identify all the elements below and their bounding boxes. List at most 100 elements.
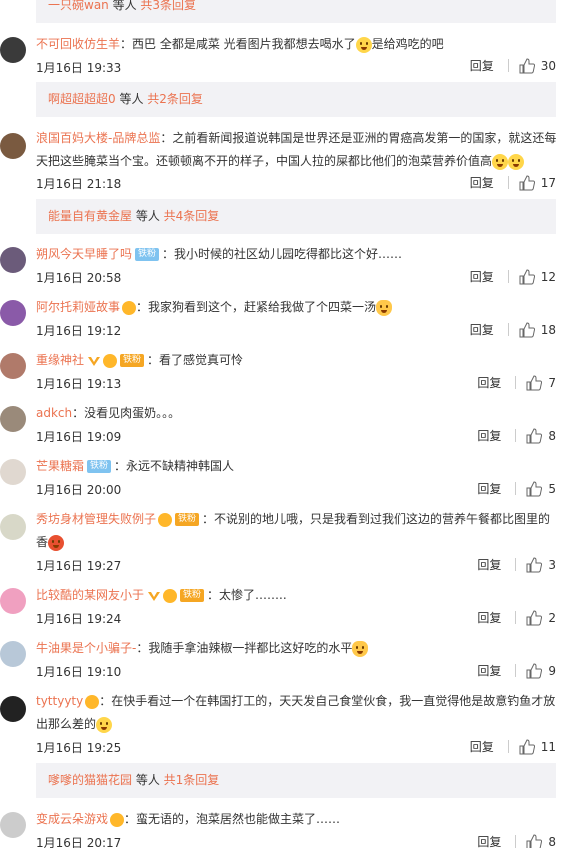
comment-author[interactable]: 阿尔托莉娅故事 [36,300,120,314]
avatar[interactable] [0,459,26,485]
reply-button[interactable]: 回复 [477,480,501,497]
vip-icon [147,589,161,603]
comment-actions: 回复 5 [477,480,556,497]
like-count: 8 [548,428,556,443]
reply-count-link[interactable]: 共1条回复 [164,773,220,787]
fan-crown-icon [110,812,125,827]
comment-body: ：我小时候的社区幼儿园吃得都比这个好…… [162,247,403,261]
thumbs-up-icon[interactable] [526,609,543,626]
comment-text: tyttyyty ：在快手看过一个在韩国打工的，天天发自己食堂伙食，我一直觉得他是… [36,690,561,736]
avatar[interactable] [0,514,26,540]
comment-author[interactable]: 变成云朵游戏 [36,812,108,826]
like-count: 18 [540,322,556,337]
reply-summary-text: 等人 [132,209,164,223]
thumbs-up-icon[interactable] [526,374,543,391]
reply-summary-bar[interactable]: 啊超超超超0 等人 共2条回复 [36,82,556,117]
comment-actions: 回复 9 [477,662,556,679]
comment-author[interactable]: 牛油果是个小骗子- [36,641,136,655]
avatar[interactable] [0,641,26,667]
avatar[interactable] [0,247,26,273]
thumbs-up-icon[interactable] [519,738,535,755]
reply-summary-bar[interactable]: 能量自有黄金屋 等人 共4条回复 [36,199,556,234]
comment-actions: 回复 30 [470,57,556,74]
reply-button[interactable]: 回复 [470,57,494,74]
comment-time: 1月16日 19:09 [36,430,122,444]
comment-actions: 回复 12 [470,268,556,285]
reply-user-link[interactable]: 能量自有黄金屋 [48,209,132,223]
vip-icon [87,354,101,368]
reply-user-link[interactable]: 啊超超超超0 [48,92,116,106]
reply-button[interactable]: 回复 [477,609,501,626]
comment-author[interactable]: 秀坊身材管理失败例子 [36,512,156,526]
divider [507,740,509,753]
reply-button[interactable]: 回复 [470,268,494,285]
thumbs-up-icon[interactable] [526,833,543,848]
fan-crown-icon [103,353,118,368]
comment-text: 不可回收仿生羊：西巴 全都是咸菜 光看图片我都想去喝水了 是给鸡吃的吧 [36,33,561,56]
reply-count-link[interactable]: 共3条回复 [140,0,196,12]
thumbs-up-icon[interactable] [519,174,535,191]
comment-body: ：太惨了…….. [207,588,287,602]
reply-user-link[interactable]: 嗲嗲的猫猫花园 [48,773,132,787]
reply-summary-text: 等人 [132,773,164,787]
divider [515,482,517,495]
comment-author[interactable]: 不可回收仿生羊 [36,37,120,51]
comment-time: 1月16日 20:00 [36,483,122,497]
reply-user-link[interactable]: 一只碗wan [48,0,109,12]
reply-button[interactable]: 回复 [470,738,494,755]
thumbs-up-icon[interactable] [526,427,543,444]
like-count: 5 [548,481,556,496]
reply-button[interactable]: 回复 [477,833,501,848]
comment-text: 浪国百妈大楼-品牌总监：之前看新闻报道说韩国是世界还是亚洲的胃癌高发第一的国家，… [36,127,561,173]
comment-time: 1月16日 19:10 [36,665,122,679]
thumbs-up-icon[interactable] [519,321,535,338]
reply-button[interactable]: 回复 [477,374,501,391]
reply-summary-bar[interactable]: 嗲嗲的猫猫花园 等人 共1条回复 [36,763,556,798]
avatar[interactable] [0,133,26,159]
avatar[interactable] [0,37,26,63]
reply-count-link[interactable]: 共2条回复 [147,92,203,106]
thumbs-up-icon[interactable] [526,662,543,679]
comment-author[interactable]: 重缘神社 [36,353,84,367]
doge-emoji-icon [376,299,393,316]
avatar[interactable] [0,812,26,838]
fan-badge: 铁粉 [120,354,145,367]
comment-author[interactable]: tyttyyty [36,694,83,708]
thumbs-up-icon[interactable] [519,268,535,285]
comment-body: ：蛮无语的，泡菜居然也能做主菜了…… [124,812,341,826]
thumbs-up-icon[interactable] [526,480,543,497]
like-count: 12 [540,269,556,284]
reply-button[interactable]: 回复 [470,321,494,338]
comment-actions: 回复 7 [477,374,556,391]
comment-body: ：西巴 全都是咸菜 光看图片我都想去喝水了 [120,37,356,51]
food-emoji-icon [48,534,65,551]
reply-button[interactable]: 回复 [477,427,501,444]
reply-button[interactable]: 回复 [477,662,501,679]
emoji-icon [508,153,525,170]
comment-author[interactable]: 芒果糖霜 [36,459,84,473]
like-count: 7 [548,375,556,390]
comment-author[interactable]: 浪国百妈大楼-品牌总监 [36,131,160,145]
reply-summary-bar[interactable]: 一只碗wan 等人 共3条回复 [36,0,556,23]
comment-text: 秀坊身材管理失败例子 铁粉 ：不说别的地儿哦，只是我看到过我们这边的营养午餐都比图里… [36,508,561,554]
avatar[interactable] [0,588,26,614]
fan-badge: 铁粉 [180,589,205,602]
comment-author[interactable]: 朔风今天早睡了吗 [36,247,132,261]
avatar[interactable] [0,353,26,379]
comment-author[interactable]: 比较酷的某网友小于 [36,588,144,602]
thumbs-up-icon[interactable] [519,57,535,74]
avatar[interactable] [0,300,26,326]
comment-author[interactable]: adkch [36,406,72,420]
like-count: 8 [548,834,556,848]
comment-body: ：没看见肉蛋奶。。。 [72,406,181,420]
reply-count-link[interactable]: 共4条回复 [164,209,220,223]
comment-text: 比较酷的某网友小于 铁粉 ：太惨了…….. [36,584,561,607]
reply-button[interactable]: 回复 [470,174,494,191]
thumbs-up-icon[interactable] [526,556,543,573]
avatar[interactable] [0,406,26,432]
comment-body: ：永远不缺精神韩国人 [114,459,235,473]
reply-button[interactable]: 回复 [477,556,501,573]
avatar[interactable] [0,696,26,722]
emoji-icon [355,36,372,53]
like-count: 2 [548,610,556,625]
